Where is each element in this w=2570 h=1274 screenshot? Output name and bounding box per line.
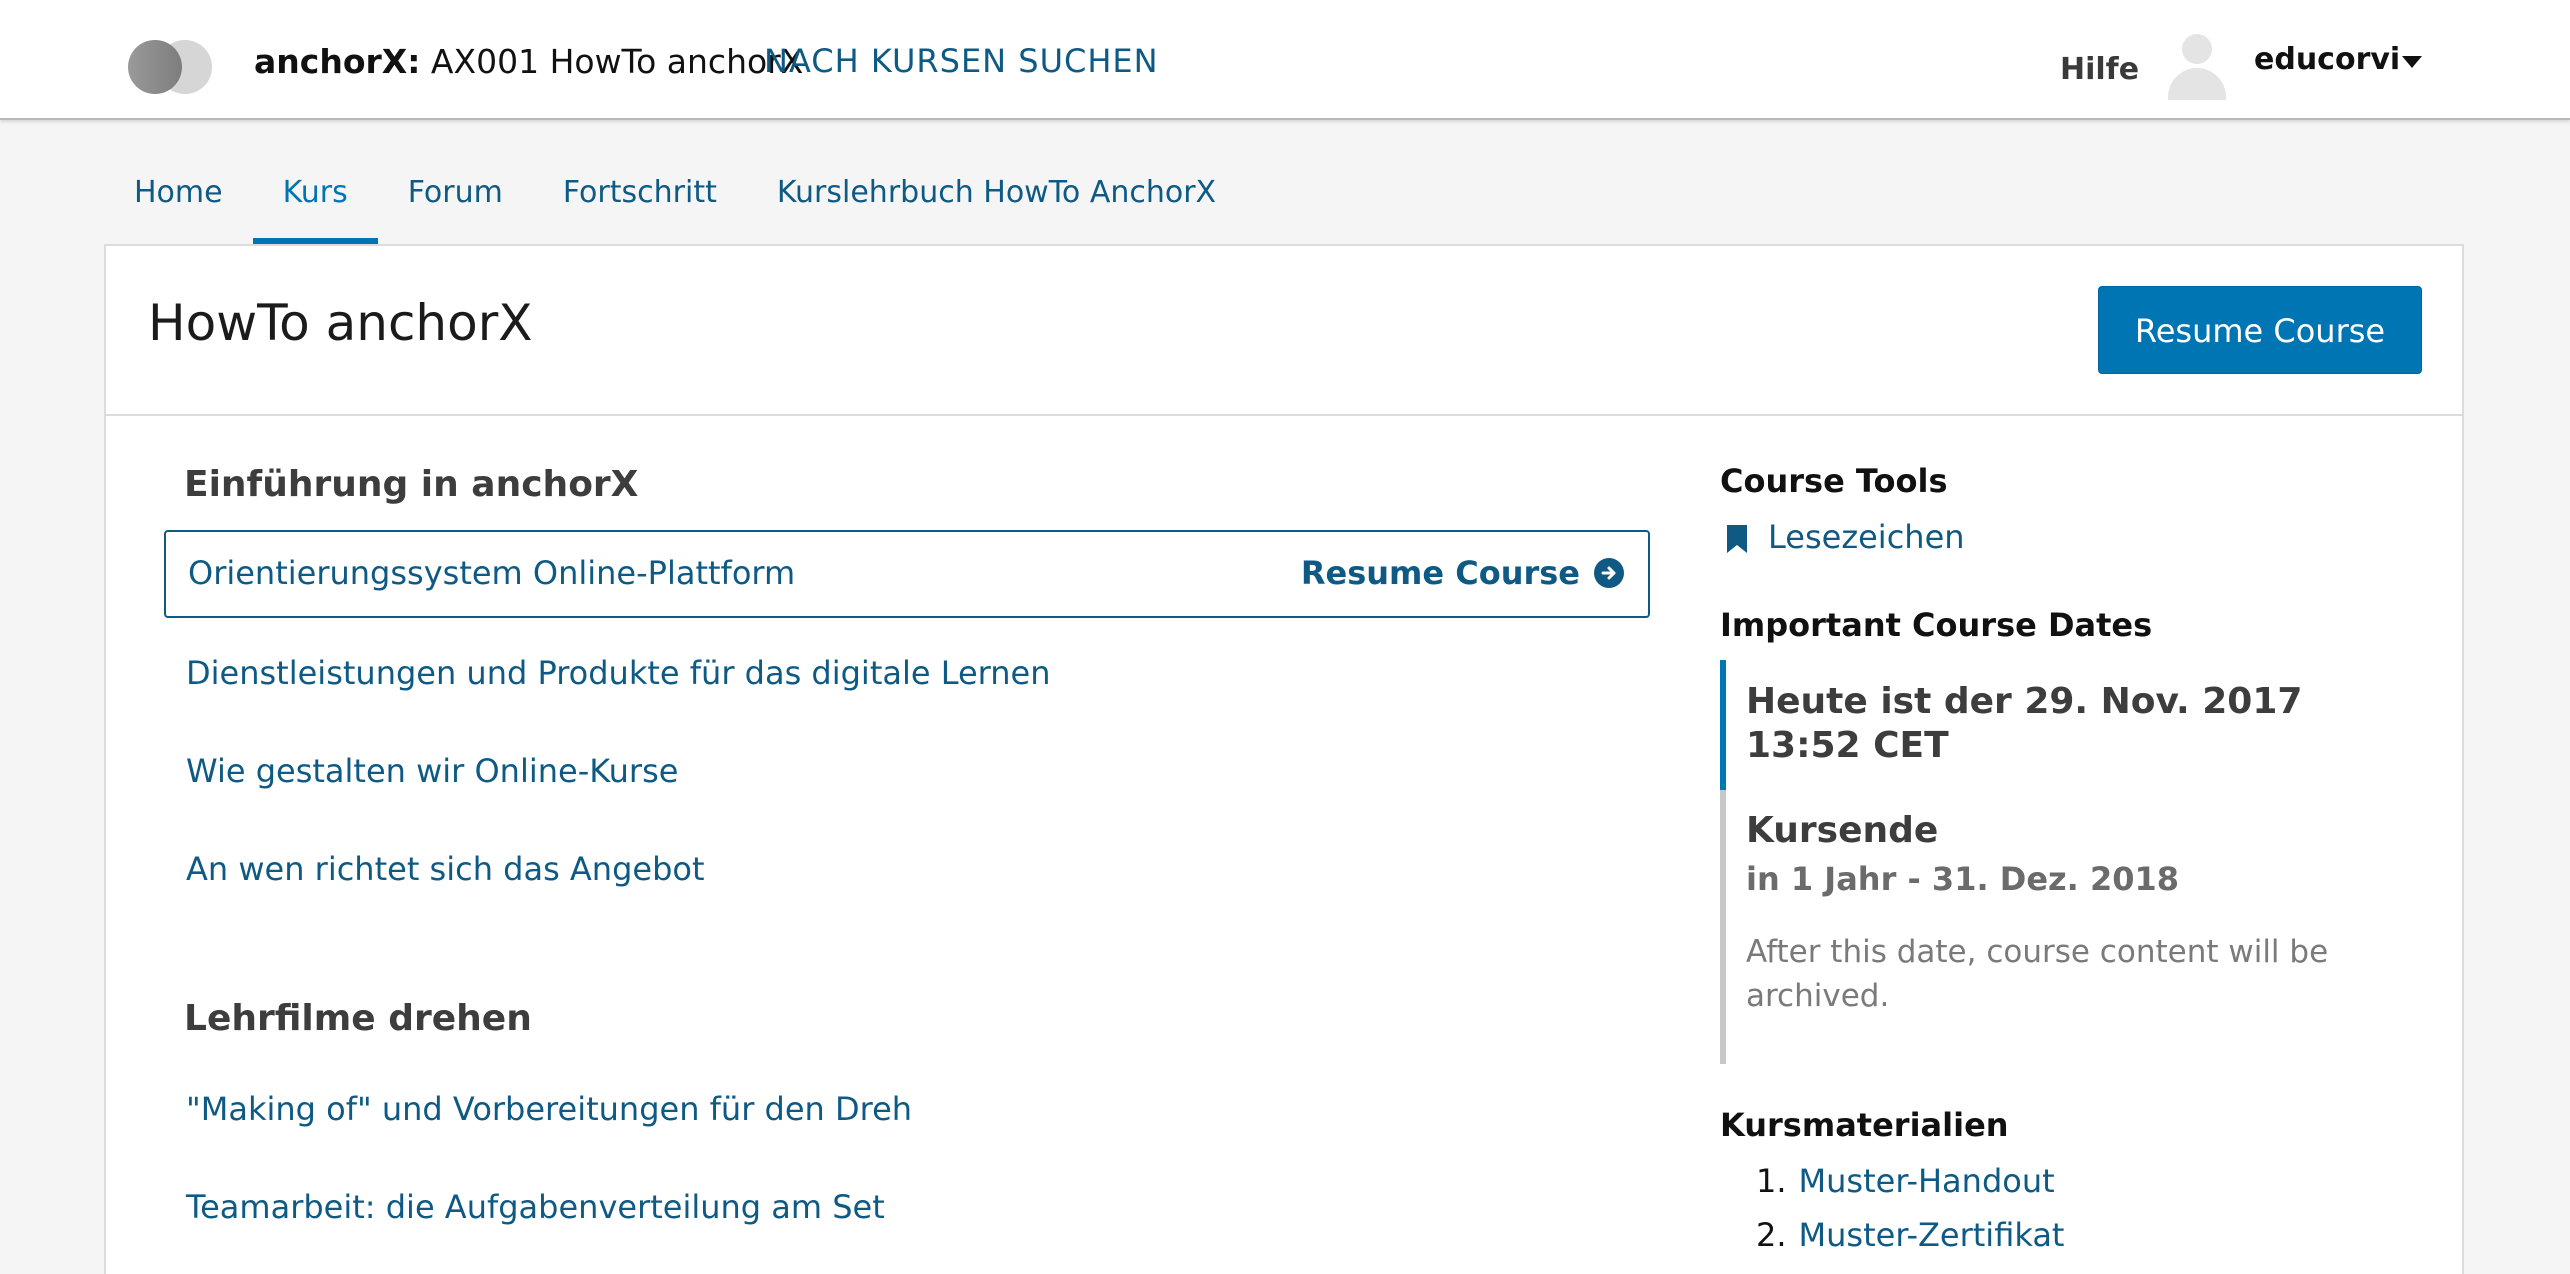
resume-course-link[interactable]: Resume Course: [1301, 554, 1624, 592]
course-dates-heading: Important Course Dates: [1720, 606, 2153, 644]
unit-link[interactable]: Orientierungssystem Online-Plattform: [188, 554, 795, 592]
unit-link[interactable]: Dienstleistungen und Produkte für das di…: [186, 654, 1051, 692]
list-item: 2. Muster-Zertifikat: [1756, 1216, 2064, 1254]
page-title: HowTo anchorX: [148, 294, 533, 352]
today-marker: [1720, 660, 1726, 790]
top-header: anchorX: AX001 HowTo anchorX NACH KURSEN…: [0, 0, 2570, 120]
course-card-header: HowTo anchorX Resume Course: [106, 246, 2462, 416]
course-card: HowTo anchorX Resume Course Einführung i…: [104, 244, 2464, 1274]
arrow-right-circle-icon: [1594, 558, 1624, 588]
list-number: 1.: [1756, 1162, 1787, 1200]
course-end-note: After this date, course content will be …: [1746, 934, 2329, 1014]
resume-course-link-label: Resume Course: [1300, 554, 1580, 592]
course-dates: Heute ist der 29. Nov. 2017 13:52 CET Ku…: [1720, 660, 2420, 1064]
list-item: 1. Muster-Handout: [1756, 1162, 2055, 1200]
course-end-date: in 1 Jahr - 31. Dez. 2018: [1746, 860, 2179, 898]
unit-link[interactable]: "Making of" und Vorbereitungen für den D…: [186, 1090, 912, 1128]
unit-active-row[interactable]: Orientierungssystem Online-Plattform Res…: [164, 530, 1650, 618]
course-end-title: Kursende: [1746, 810, 1939, 851]
materials-heading: Kursmaterialien: [1720, 1106, 2009, 1144]
material-link[interactable]: Muster-Zertifikat: [1799, 1216, 2065, 1254]
unit-link[interactable]: Teamarbeit: die Aufgabenverteilung am Se…: [186, 1188, 885, 1226]
chevron-down-icon[interactable]: [2402, 56, 2422, 68]
logo-circle-left: [128, 40, 182, 94]
search-courses-link[interactable]: NACH KURSEN SUCHEN: [764, 42, 1159, 80]
unit-link[interactable]: Wie gestalten wir Online-Kurse: [186, 752, 678, 790]
username[interactable]: educorvi: [2254, 42, 2400, 77]
org-name: anchorX:: [254, 42, 421, 81]
date-marker: [1720, 790, 1726, 1064]
tab-forum[interactable]: Forum: [378, 160, 533, 244]
avatar-head-icon: [2182, 34, 2212, 64]
site-logo[interactable]: [128, 40, 212, 94]
unit-link[interactable]: An wen richtet sich das Angebot: [186, 850, 705, 888]
tab-kurs[interactable]: Kurs: [252, 160, 378, 244]
tab-fortschritt[interactable]: Fortschritt: [533, 160, 747, 244]
material-link[interactable]: Muster-Handout: [1799, 1162, 2055, 1200]
avatar[interactable]: [2164, 30, 2230, 100]
tab-home[interactable]: Home: [104, 160, 253, 244]
resume-course-button[interactable]: Resume Course: [2098, 286, 2422, 374]
course-tabs: Home Kurs Forum Fortschritt Kurslehrbuch…: [104, 160, 1246, 244]
bookmarks-link[interactable]: Lesezeichen: [1768, 518, 1965, 556]
section-title-lehrfilme: Lehrfilme drehen: [184, 998, 532, 1039]
avatar-body-icon: [2168, 68, 2226, 100]
course-title: anchorX: AX001 HowTo anchorX: [254, 42, 803, 81]
section-title-einfuehrung: Einführung in anchorX: [184, 464, 639, 505]
today-date: Heute ist der 29. Nov. 2017 13:52 CET: [1746, 681, 2303, 766]
course-tools-heading: Course Tools: [1720, 462, 1948, 500]
bookmark-icon: [1726, 524, 1748, 554]
course-name: AX001 HowTo anchorX: [430, 42, 804, 81]
help-link[interactable]: Hilfe: [2060, 52, 2139, 87]
list-number: 2.: [1756, 1216, 1787, 1254]
tab-kurslehrbuch[interactable]: Kurslehrbuch HowTo AnchorX: [747, 160, 1246, 244]
